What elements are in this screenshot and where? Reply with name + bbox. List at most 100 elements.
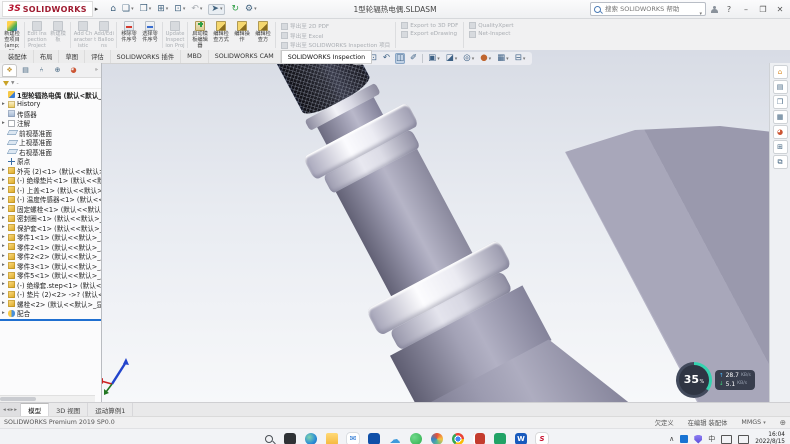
model-tab[interactable]: 模型 — [21, 403, 49, 416]
tree-item-front-plane[interactable]: 前视基准面 — [0, 128, 101, 138]
app-green-icon[interactable] — [410, 433, 422, 444]
view-orientation-icon[interactable]: ▣ — [427, 53, 441, 64]
rebuild-icon[interactable]: ↻ — [231, 5, 239, 14]
tree-item-part[interactable]: 零件2<1> (默认<<默认>_显示状 — [0, 242, 101, 252]
new-document-icon[interactable]: ❏ — [122, 5, 134, 14]
ime-mode-indicator[interactable]: 中 — [708, 436, 715, 443]
tree-item-part[interactable]: (-) 垫片 (2)<2> ->? (默认<<默认> — [0, 290, 101, 300]
tray-expand-icon[interactable]: ∧ — [669, 436, 674, 443]
solidworks-icon[interactable]: S — [536, 433, 548, 444]
last-tab-arrow[interactable]: ▸ — [14, 407, 17, 413]
word-icon[interactable]: W — [515, 433, 527, 444]
tree-item-part[interactable]: 零件5<1> (默认<<默认>_显示状 — [0, 271, 101, 281]
menu-flyout-arrow[interactable]: ▸ — [95, 5, 99, 13]
file-explorer-icon[interactable] — [326, 433, 338, 444]
tree-item-history[interactable]: History — [0, 100, 101, 110]
propertymanager-tab[interactable]: ▤ — [19, 65, 32, 76]
tab-mbd[interactable]: MBD — [181, 50, 209, 63]
tree-item-mates[interactable]: 配合 — [0, 309, 101, 319]
tree-item-origin[interactable]: 原点 — [0, 157, 101, 167]
edit-inspection-button[interactable]: 编辑检查方 — [253, 20, 273, 50]
previous-view-icon[interactable]: ↶ — [382, 53, 391, 64]
export-excel-button[interactable]: 导出至 Excel — [281, 32, 390, 40]
save-icon[interactable]: ⊞ — [157, 5, 168, 14]
taskbar-clock[interactable]: 16:04 2022/8/15 — [755, 432, 785, 444]
file-explorer-icon[interactable]: ❒ — [774, 96, 787, 108]
displaymanager-tab[interactable]: ◕ — [67, 65, 80, 76]
tree-item-part[interactable]: 密封圈<1> (默认<<默认>_显示状 — [0, 214, 101, 224]
tab-inspection[interactable]: SOLIDWORKS Inspection — [281, 50, 372, 63]
print-icon[interactable]: ⊡ — [174, 5, 185, 14]
export-3d-pdf-button[interactable]: Export to 3D PDF — [401, 22, 458, 29]
sign-in-user-icon[interactable] — [711, 6, 718, 13]
3d-views-tab[interactable]: 3D 视图 — [49, 403, 88, 416]
display-project-icon[interactable] — [738, 435, 749, 444]
first-tab-arrow[interactable]: ◂ — [3, 407, 6, 413]
dimxpertmanager-tab[interactable]: ⊕ — [51, 65, 64, 76]
edge-icon[interactable] — [305, 433, 317, 444]
app-color-ring-icon[interactable] — [431, 433, 443, 444]
start-button[interactable] — [242, 433, 254, 444]
tree-item-part[interactable]: 外壳 (2)<1> (默认<<默认>_显示状 — [0, 166, 101, 176]
add-characteristic-button[interactable]: Add Characteristic — [73, 20, 93, 50]
dynamic-annotation-icon[interactable]: ✐ — [409, 53, 418, 64]
tab-cam[interactable]: SOLIDWORKS CAM — [209, 50, 281, 63]
scrollbar-thumb[interactable] — [0, 397, 36, 401]
tree-item-part[interactable]: 零件1<1> (默认<<默认>_显示状态 — [0, 233, 101, 243]
search-dropdown-caret[interactable] — [698, 0, 702, 19]
export-2d-pdf-button[interactable]: 导出至 2D PDF — [281, 22, 390, 30]
resources-home-icon[interactable]: ⌂ — [774, 66, 787, 78]
edit-inspection-method-button[interactable]: 编辑检查方式 — [211, 20, 231, 50]
restore-button[interactable]: ❐ — [757, 5, 769, 14]
tree-item-part[interactable]: (-) 上盖<1> (默认<<默认>_显示状 — [0, 185, 101, 195]
custom-properties-icon[interactable]: ⊞ — [774, 141, 787, 153]
security-shield-icon[interactable] — [694, 435, 702, 444]
open-document-icon[interactable]: ❒ — [140, 5, 152, 14]
scene-icon[interactable]: ▦ — [496, 53, 510, 64]
net-inspect-button[interactable]: Net-Inspect — [469, 31, 513, 38]
tree-item-part[interactable]: 零件3<1> (默认<<默认>_显示状 — [0, 261, 101, 271]
featuremanager-tab[interactable]: ❖ — [3, 65, 16, 76]
new-inspection-project-button[interactable]: 新建检查项目 (amp;N) — [2, 20, 22, 50]
configurationmanager-tab[interactable]: ⑃ — [35, 65, 48, 76]
next-tab-arrow[interactable]: ▸ — [11, 407, 14, 413]
tree-item-part[interactable]: 固定螺栓<1> (默认<<默认>_显示 — [0, 204, 101, 214]
notes-app-icon[interactable] — [494, 433, 506, 444]
tab-layout[interactable]: 布局 — [34, 50, 60, 63]
forum-icon[interactable]: ⧉ — [774, 156, 787, 168]
close-button[interactable]: ✕ — [774, 5, 786, 14]
home-icon[interactable]: ⌂ — [110, 5, 116, 14]
tree-root-assembly[interactable]: 1型轮辐热电偶 (默认<默认_显示状态-1 — [0, 90, 101, 100]
help-search-box[interactable] — [590, 2, 706, 16]
reader-app-icon[interactable] — [473, 433, 485, 444]
tab-evaluate[interactable]: 评估 — [85, 50, 111, 63]
tags-globe-icon[interactable]: ⊕ — [780, 418, 786, 427]
launch-template-editor-button[interactable]: 启动模板编辑器 — [190, 20, 210, 50]
store-icon[interactable] — [368, 433, 380, 444]
panel-horizontal-scrollbar[interactable] — [0, 395, 95, 402]
tree-item-sensors[interactable]: 传感器 — [0, 109, 101, 119]
panel-tabs-overflow[interactable]: » — [95, 67, 98, 73]
minimize-button[interactable]: – — [740, 5, 752, 14]
motion-study-tab[interactable]: 运动算例1 — [88, 403, 133, 416]
prev-tab-arrow[interactable]: ◂ — [7, 407, 10, 413]
design-library-icon[interactable]: ▤ — [774, 81, 787, 93]
tree-item-part[interactable]: 零件2<2> (默认<<默认>_显示状 — [0, 252, 101, 262]
tray-app-icon[interactable] — [680, 435, 688, 443]
select-cursor-icon[interactable]: ➤ — [208, 4, 225, 15]
remove-balloons-button[interactable]: 移除零件序号 — [119, 20, 139, 50]
tree-item-part[interactable]: (-) 绝缘套.step<1> (默认<<默认> — [0, 280, 101, 290]
units-selector[interactable]: MMGS ▾ — [741, 419, 765, 426]
edit-inspection-project-button[interactable]: Edit Inspection Project — [27, 20, 47, 50]
tree-item-annotations[interactable]: 注解 — [0, 119, 101, 129]
export-edrawing-button[interactable]: Export eDrawing — [401, 31, 458, 38]
chrome-icon[interactable] — [452, 433, 464, 444]
graphics-viewport[interactable]: ⌕ ⊡ ↶ ◫ ✐ ▣ ◪ ◎ ● ▦ ⊟ — [0, 50, 790, 402]
tree-item-top-plane[interactable]: 上视基准面 — [0, 138, 101, 148]
onedrive-icon[interactable]: ☁ — [389, 433, 401, 444]
export-inspection-project-button[interactable]: 导出至 SOLIDWORKS Inspection 项目 — [281, 41, 390, 49]
tab-assembly[interactable]: 装配体 — [2, 50, 34, 63]
rollback-bar[interactable] — [0, 319, 101, 321]
tree-item-right-plane[interactable]: 右视基准面 — [0, 147, 101, 157]
tab-addins[interactable]: SOLIDWORKS 插件 — [111, 50, 181, 63]
